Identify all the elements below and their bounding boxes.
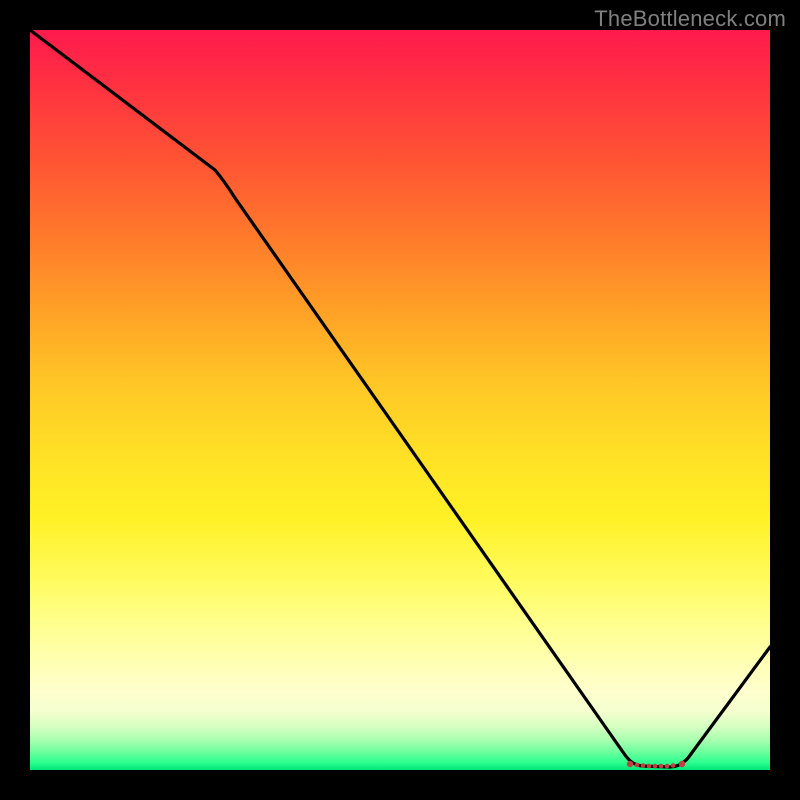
chart-container: TheBottleneck.com (0, 0, 800, 800)
chart-line-svg (30, 30, 770, 770)
plot-area (30, 30, 770, 770)
watermark-text: TheBottleneck.com (594, 6, 786, 32)
chart-line-path (30, 30, 770, 767)
